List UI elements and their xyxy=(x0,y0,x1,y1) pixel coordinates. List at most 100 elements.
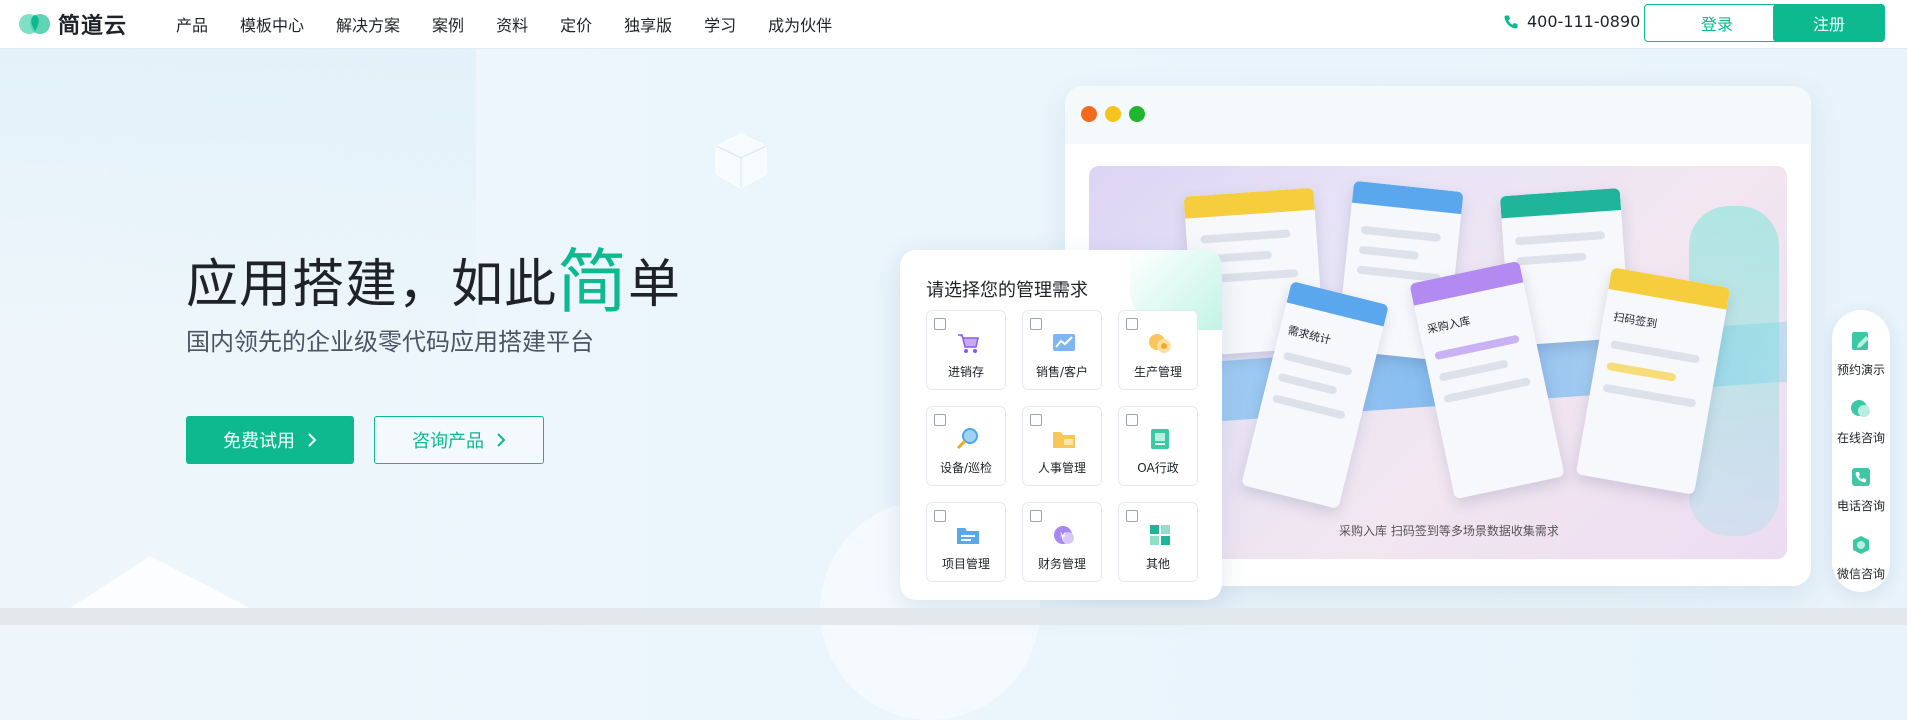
placeholder-line xyxy=(1200,229,1291,244)
nav-item-solutions[interactable]: 解决方案 xyxy=(336,12,400,36)
placeholder-line xyxy=(1602,383,1697,408)
nav-item-learn[interactable]: 学习 xyxy=(704,12,736,36)
chevron-right-icon xyxy=(497,433,506,447)
placeholder-line xyxy=(1272,394,1346,420)
hero-title-prefix: 应用搭建，如此 xyxy=(186,255,558,315)
side-item-label: 电话咨询 xyxy=(1836,499,1885,513)
card-header-bar xyxy=(1499,187,1622,219)
placeholder-line xyxy=(1360,225,1442,243)
window-title-bar xyxy=(1065,86,1811,144)
option-label: 生产管理 xyxy=(1133,365,1182,379)
top-header: 简道云 产品 模板中心 解决方案 案例 资料 定价 独享版 学习 成为伙伴 40… xyxy=(0,0,1907,48)
svg-text:¥: ¥ xyxy=(1060,532,1066,542)
brand-logo[interactable]: 简道云 xyxy=(18,10,128,39)
decor-cube-icon xyxy=(715,133,767,189)
oa-document-icon xyxy=(1151,429,1169,449)
option-label: 设备/巡检 xyxy=(939,461,993,475)
option-label: 销售/客户 xyxy=(1035,365,1089,379)
inspection-magnifier-icon xyxy=(956,428,978,450)
hero-title: 应用搭建，如此简单 xyxy=(186,222,681,323)
option-other[interactable]: 其他 xyxy=(1118,502,1198,582)
option-label: 人事管理 xyxy=(1037,461,1086,475)
login-button[interactable]: 登录 xyxy=(1644,4,1790,42)
placeholder-line xyxy=(1443,377,1531,404)
option-checkbox[interactable] xyxy=(1030,318,1042,330)
placeholder-line xyxy=(1516,252,1587,266)
option-label: 进销存 xyxy=(947,365,984,379)
option-checkbox[interactable] xyxy=(1126,414,1138,426)
option-finance[interactable]: ¥ 财务管理 xyxy=(1022,502,1102,582)
side-item-label: 在线咨询 xyxy=(1836,431,1885,445)
placeholder-line xyxy=(1358,245,1420,260)
option-checkbox[interactable] xyxy=(1030,414,1042,426)
nav-item-partner[interactable]: 成为伙伴 xyxy=(768,12,832,36)
option-label: OA行政 xyxy=(1137,461,1179,475)
consult-product-button[interactable]: 咨询产品 xyxy=(374,416,544,464)
sales-chart-icon xyxy=(1053,334,1075,351)
production-gear-icon xyxy=(1149,334,1171,353)
window-close-dot xyxy=(1081,106,1097,122)
placeholder-line xyxy=(1514,231,1606,246)
option-hr[interactable]: 人事管理 xyxy=(1022,406,1102,486)
option-inspection[interactable]: 设备/巡检 xyxy=(926,406,1006,486)
consult-product-label: 咨询产品 xyxy=(412,431,484,452)
nav-item-cases[interactable]: 案例 xyxy=(432,12,464,36)
side-phone-consult[interactable]: 电话咨询 xyxy=(1832,466,1890,514)
side-item-label: 微信咨询 xyxy=(1836,567,1885,581)
window-minimize-dot xyxy=(1105,106,1121,122)
nav-item-product[interactable]: 产品 xyxy=(176,12,208,36)
hero-title-accent: 简 xyxy=(557,241,629,323)
phone-icon xyxy=(1504,15,1518,29)
placeholder-line xyxy=(1438,359,1509,382)
option-checkbox[interactable] xyxy=(934,414,946,426)
option-oa[interactable]: OA行政 xyxy=(1118,406,1198,486)
decor-pyramid-icon xyxy=(70,556,250,608)
nav-item-templates[interactable]: 模板中心 xyxy=(240,12,304,36)
chevron-right-icon xyxy=(308,433,317,447)
option-checkbox[interactable] xyxy=(1126,510,1138,522)
side-item-label: 预约演示 xyxy=(1836,363,1885,377)
other-grid-icon xyxy=(1150,525,1170,545)
option-sales[interactable]: 销售/客户 xyxy=(1022,310,1102,390)
card-title: 采购入库 xyxy=(1425,314,1472,337)
nav-item-private[interactable]: 独享版 xyxy=(624,12,672,36)
placeholder-line xyxy=(1606,361,1677,382)
free-trial-button[interactable]: 免费试用 xyxy=(186,416,354,464)
option-checkbox[interactable] xyxy=(934,510,946,522)
option-checkbox[interactable] xyxy=(1126,318,1138,330)
nav-item-resources[interactable]: 资料 xyxy=(496,12,528,36)
finance-coin-icon: ¥ xyxy=(1054,526,1074,544)
brand-leaf-icon xyxy=(19,14,50,34)
placeholder-line xyxy=(1282,351,1353,377)
project-folder-icon xyxy=(957,528,979,544)
option-project[interactable]: 项目管理 xyxy=(926,502,1006,582)
placeholder-line xyxy=(1434,334,1520,361)
card-title: 需求统计 xyxy=(1286,323,1333,347)
register-button[interactable]: 注册 xyxy=(1773,4,1885,42)
side-wechat-consult[interactable]: 微信咨询 xyxy=(1832,534,1890,582)
card-header-bar xyxy=(1183,187,1315,219)
phone-contact[interactable]: 400-111-0890 xyxy=(1503,12,1640,31)
hero-title-suffix: 单 xyxy=(628,255,682,315)
option-checkbox[interactable] xyxy=(934,318,946,330)
hr-folder-icon xyxy=(1053,432,1075,448)
phone-number: 400-111-0890 xyxy=(1527,12,1641,31)
free-trial-label: 免费试用 xyxy=(223,431,295,452)
selector-title: 请选择您的管理需求 xyxy=(926,280,1088,301)
option-label: 项目管理 xyxy=(941,557,990,571)
side-online-consult[interactable]: 在线咨询 xyxy=(1832,398,1890,446)
side-contact-bar: 预约演示 在线咨询 电话咨询 微信咨询 xyxy=(1832,310,1890,592)
preview-caption: 采购入库 扫码签到等多场景数据收集需求 xyxy=(1339,524,1559,538)
option-label: 财务管理 xyxy=(1037,557,1086,571)
card-header-bar xyxy=(1351,180,1464,215)
brand-name: 简道云 xyxy=(58,14,128,39)
demo-edit-icon xyxy=(1852,332,1869,350)
side-book-demo[interactable]: 预约演示 xyxy=(1832,330,1890,378)
option-checkbox[interactable] xyxy=(1030,510,1042,522)
option-production[interactable]: 生产管理 xyxy=(1118,310,1198,390)
wechat-icon xyxy=(1853,536,1869,554)
bottom-band xyxy=(0,608,1907,625)
option-label: 其他 xyxy=(1145,557,1170,571)
option-inventory[interactable]: 进销存 xyxy=(926,310,1006,390)
nav-item-pricing[interactable]: 定价 xyxy=(560,12,592,36)
